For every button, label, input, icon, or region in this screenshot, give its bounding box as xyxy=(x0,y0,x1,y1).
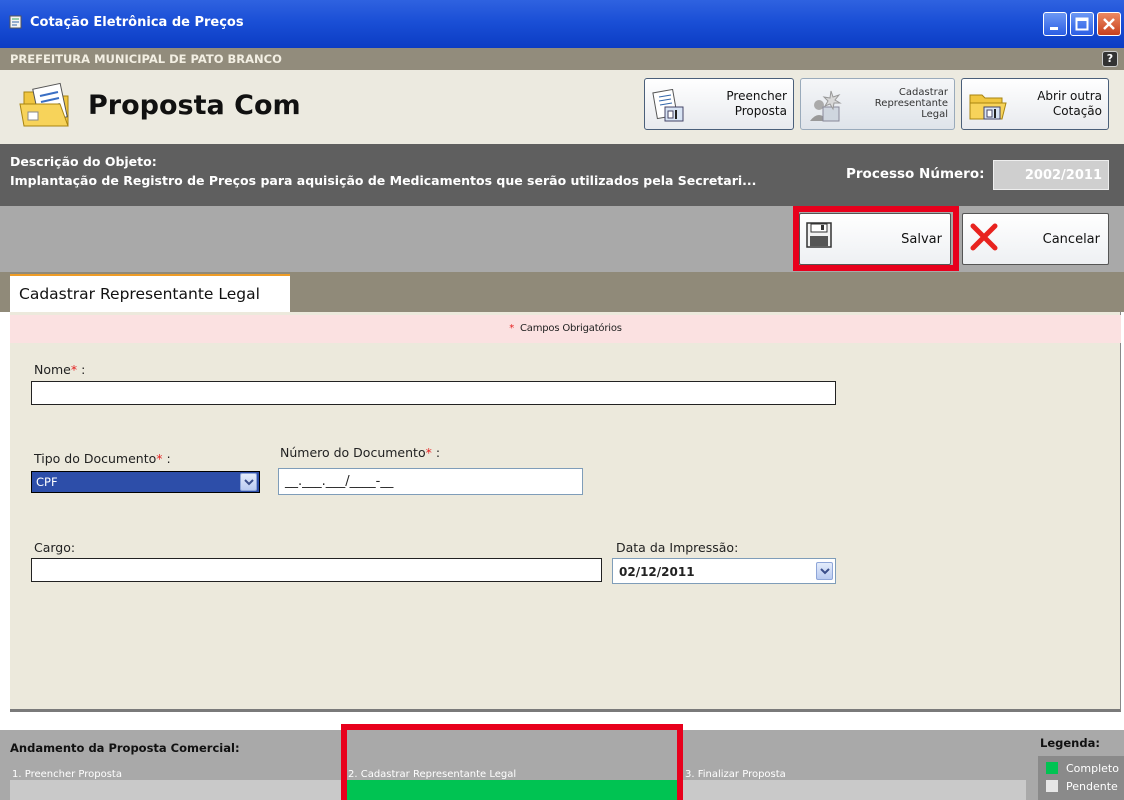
page-header: Proposta Com Preencher Proposta Cadastra… xyxy=(0,70,1124,144)
object-description-label: Descrição do Objeto: xyxy=(10,154,157,169)
window-title-bar: Cotação Eletrônica de Preços xyxy=(0,0,1124,48)
process-number-label: Processo Número: xyxy=(846,166,985,182)
numero-documento-input[interactable]: __.___.___/____-__ xyxy=(278,468,583,495)
legend-completo: Completo xyxy=(1046,762,1119,775)
nome-label: Nome* : xyxy=(34,362,86,377)
cancel-x-icon xyxy=(970,223,998,251)
legend-pendente-swatch xyxy=(1046,780,1058,792)
municipality-strip: PREFEITURA MUNICIPAL DE PATO BRANCO ? xyxy=(0,48,1124,70)
open-folder-icon xyxy=(969,94,1007,120)
maximize-icon xyxy=(1075,17,1089,31)
nome-input[interactable] xyxy=(31,381,836,405)
preencher-proposta-button[interactable]: Preencher Proposta xyxy=(644,78,794,130)
tab-strip: Cadastrar Representante Legal xyxy=(0,272,1124,312)
legend-pendente: Pendente xyxy=(1046,780,1118,793)
close-window-button[interactable] xyxy=(1097,12,1121,36)
tipo-documento-value: CPF xyxy=(36,475,58,489)
cadastrar-representante-label: Cadastrar Representante Legal xyxy=(874,87,948,120)
progress-title: Andamento da Proposta Comercial: xyxy=(10,741,240,755)
help-icon[interactable]: ? xyxy=(1102,51,1118,67)
legend-title: Legenda: xyxy=(1040,736,1100,750)
tipo-documento-dropdown-button[interactable] xyxy=(240,473,257,491)
required-fields-note: * Campos Obrigatórios xyxy=(10,315,1121,343)
minimize-icon xyxy=(1050,27,1058,30)
step-3-label: 3. Finalizar Proposta xyxy=(685,769,786,780)
tipo-documento-select[interactable]: CPF xyxy=(31,471,260,493)
required-star: * xyxy=(509,323,515,334)
abrir-outra-cotacao-label: Abrir outra Cotação xyxy=(1037,89,1102,118)
cadastrar-representante-button[interactable]: Cadastrar Representante Legal xyxy=(800,78,955,130)
object-description-value: Implantação de Registro de Preços para a… xyxy=(10,173,757,188)
tipo-documento-label: Tipo do Documento* : xyxy=(34,451,171,466)
abrir-outra-cotacao-button[interactable]: Abrir outra Cotação xyxy=(961,78,1109,130)
page-title: Proposta Com xyxy=(88,90,301,121)
representative-icon xyxy=(810,90,842,122)
data-impressao-value: 02/12/2011 xyxy=(619,565,695,579)
chevron-down-icon xyxy=(820,568,830,575)
legend-completo-swatch xyxy=(1046,762,1058,774)
cargo-input[interactable] xyxy=(31,558,602,582)
preencher-proposta-label: Preencher Proposta xyxy=(726,89,787,118)
save-highlight-frame xyxy=(793,206,959,271)
app-icon xyxy=(9,15,22,29)
data-impressao-dropdown-button[interactable] xyxy=(816,562,833,580)
maximize-button[interactable] xyxy=(1070,12,1094,36)
minimize-button[interactable] xyxy=(1043,12,1067,36)
proposal-document-icon xyxy=(19,82,69,127)
form-panel: * Campos Obrigatórios Nome* : Tipo do Do… xyxy=(10,312,1121,712)
tab-label: Cadastrar Representante Legal xyxy=(19,285,260,303)
legend-box: Completo Pendente xyxy=(1038,756,1124,800)
close-icon xyxy=(1103,18,1115,30)
object-description-band: Descrição do Objeto: Implantação de Regi… xyxy=(0,144,1124,206)
tab-cadastrar-representante[interactable]: Cadastrar Representante Legal xyxy=(10,274,290,312)
data-impressao-picker[interactable]: 02/12/2011 xyxy=(612,558,836,584)
numero-documento-label: Número do Documento* : xyxy=(280,445,441,460)
cancel-label: Cancelar xyxy=(1042,232,1100,247)
cargo-label: Cargo: xyxy=(34,540,76,555)
step-1-label: 1. Preencher Proposta xyxy=(12,769,122,780)
municipality-name: PREFEITURA MUNICIPAL DE PATO BRANCO xyxy=(10,52,282,66)
required-note-text: Campos Obrigatórios xyxy=(520,323,622,334)
cancel-button[interactable]: Cancelar xyxy=(962,213,1109,265)
process-number-field: 2002/2011 xyxy=(993,160,1109,190)
chevron-down-icon xyxy=(244,479,254,486)
fill-proposal-icon xyxy=(652,89,684,122)
window-title: Cotação Eletrônica de Preços xyxy=(30,15,244,30)
data-impressao-label: Data da Impressão: xyxy=(616,540,739,555)
progress-highlight-frame xyxy=(341,724,683,800)
